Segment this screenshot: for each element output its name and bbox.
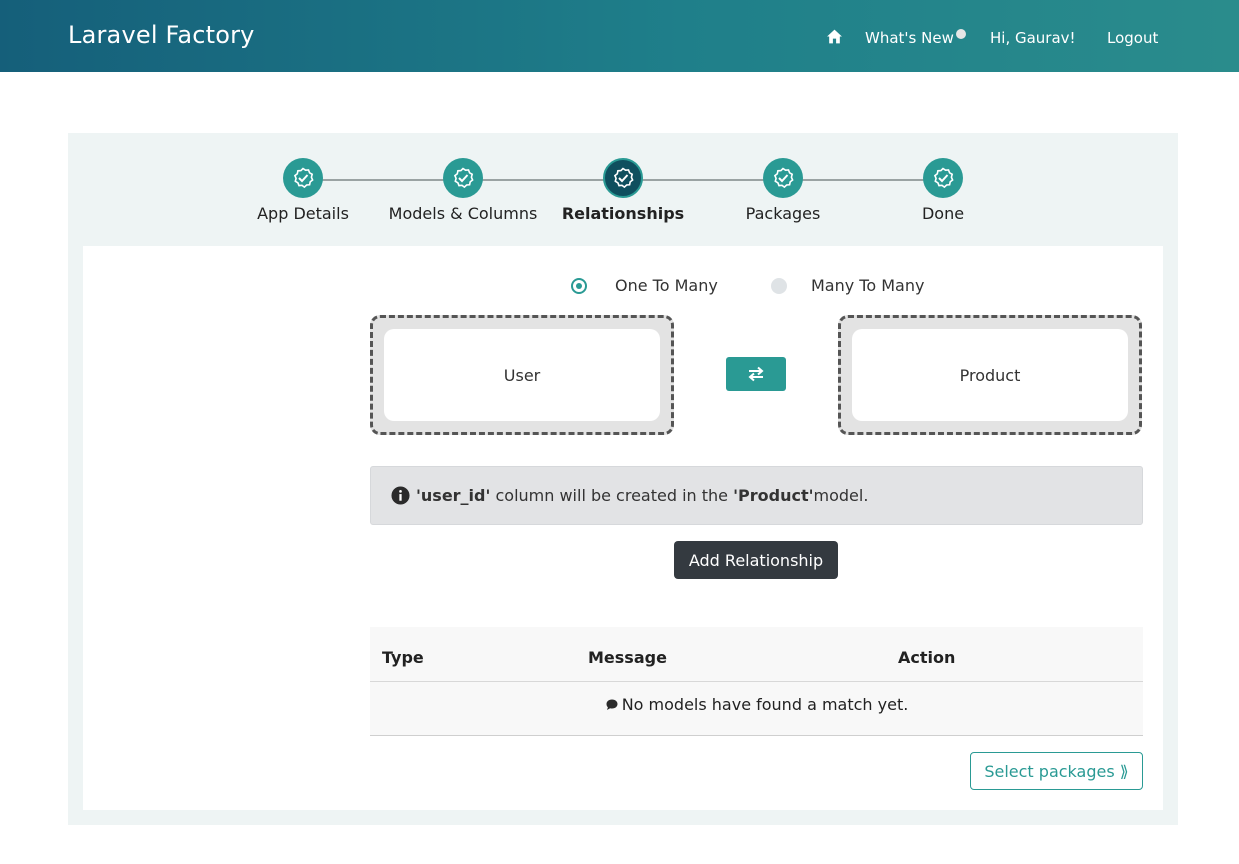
top-navbar: Laravel Factory What's New Hi, Gaurav! L… <box>0 0 1239 72</box>
comment-icon <box>606 699 618 710</box>
step-label: Packages <box>745 204 821 223</box>
radio-label-many-to-many[interactable]: Many To Many <box>811 276 924 295</box>
info-text-mid: column will be created in the <box>490 486 734 505</box>
left-model-dropzone[interactable]: User <box>370 315 674 435</box>
info-circle-icon <box>391 486 410 505</box>
relationship-card: One To Many Many To Many User Product 'u… <box>83 246 1163 810</box>
whats-new-link[interactable]: What's New <box>865 29 954 47</box>
check-circle-icon <box>603 158 643 198</box>
info-column-name: 'user_id' <box>416 486 491 505</box>
info-model-name: 'Product' <box>733 486 814 505</box>
left-model-name[interactable]: User <box>384 329 660 421</box>
brand-title[interactable]: Laravel Factory <box>68 21 255 49</box>
step-app-details[interactable]: App Details <box>223 158 383 223</box>
table-header-divider <box>370 681 1143 682</box>
step-label: Done <box>921 204 965 223</box>
progress-stepper: App Details Models & Columns Relationshi… <box>68 133 1178 243</box>
wizard-panel: App Details Models & Columns Relationshi… <box>68 133 1178 825</box>
logout-link[interactable]: Logout <box>1107 29 1158 47</box>
home-icon[interactable] <box>826 28 843 45</box>
column-header-type[interactable]: Type <box>382 648 424 667</box>
check-circle-icon <box>443 158 483 198</box>
right-model-name[interactable]: Product <box>852 329 1128 421</box>
swap-models-button[interactable] <box>726 357 786 391</box>
info-alert: 'user_id' column will be created in the … <box>370 466 1143 525</box>
step-label: Relationships <box>561 204 685 223</box>
table-empty-row: No models have found a match yet. <box>370 695 1143 714</box>
step-models-columns[interactable]: Models & Columns <box>383 158 543 223</box>
step-relationships[interactable]: Relationships <box>543 158 703 223</box>
user-greeting-link[interactable]: Hi, Gaurav! <box>990 29 1076 47</box>
step-label: Models & Columns <box>388 204 538 223</box>
step-done[interactable]: Done <box>863 158 1023 223</box>
right-model-dropzone[interactable]: Product <box>838 315 1142 435</box>
step-packages[interactable]: Packages <box>703 158 863 223</box>
check-circle-icon <box>923 158 963 198</box>
radio-label-one-to-many[interactable]: One To Many <box>615 276 718 295</box>
check-circle-icon <box>763 158 803 198</box>
empty-message: No models have found a match yet. <box>621 695 909 714</box>
column-header-action[interactable]: Action <box>898 648 955 667</box>
relationships-table: Type Message Action No models have found… <box>370 627 1143 736</box>
notification-dot <box>956 29 966 39</box>
column-header-message[interactable]: Message <box>588 648 667 667</box>
radio-one-to-many[interactable] <box>571 278 587 294</box>
info-text-end: model. <box>813 486 869 505</box>
check-circle-icon <box>283 158 323 198</box>
step-label: App Details <box>257 204 349 223</box>
add-relationship-button[interactable]: Add Relationship <box>674 541 838 579</box>
radio-many-to-many[interactable] <box>771 278 787 294</box>
select-packages-button[interactable]: Select packages ⟫ <box>970 752 1143 790</box>
swap-arrows-icon <box>748 366 764 382</box>
